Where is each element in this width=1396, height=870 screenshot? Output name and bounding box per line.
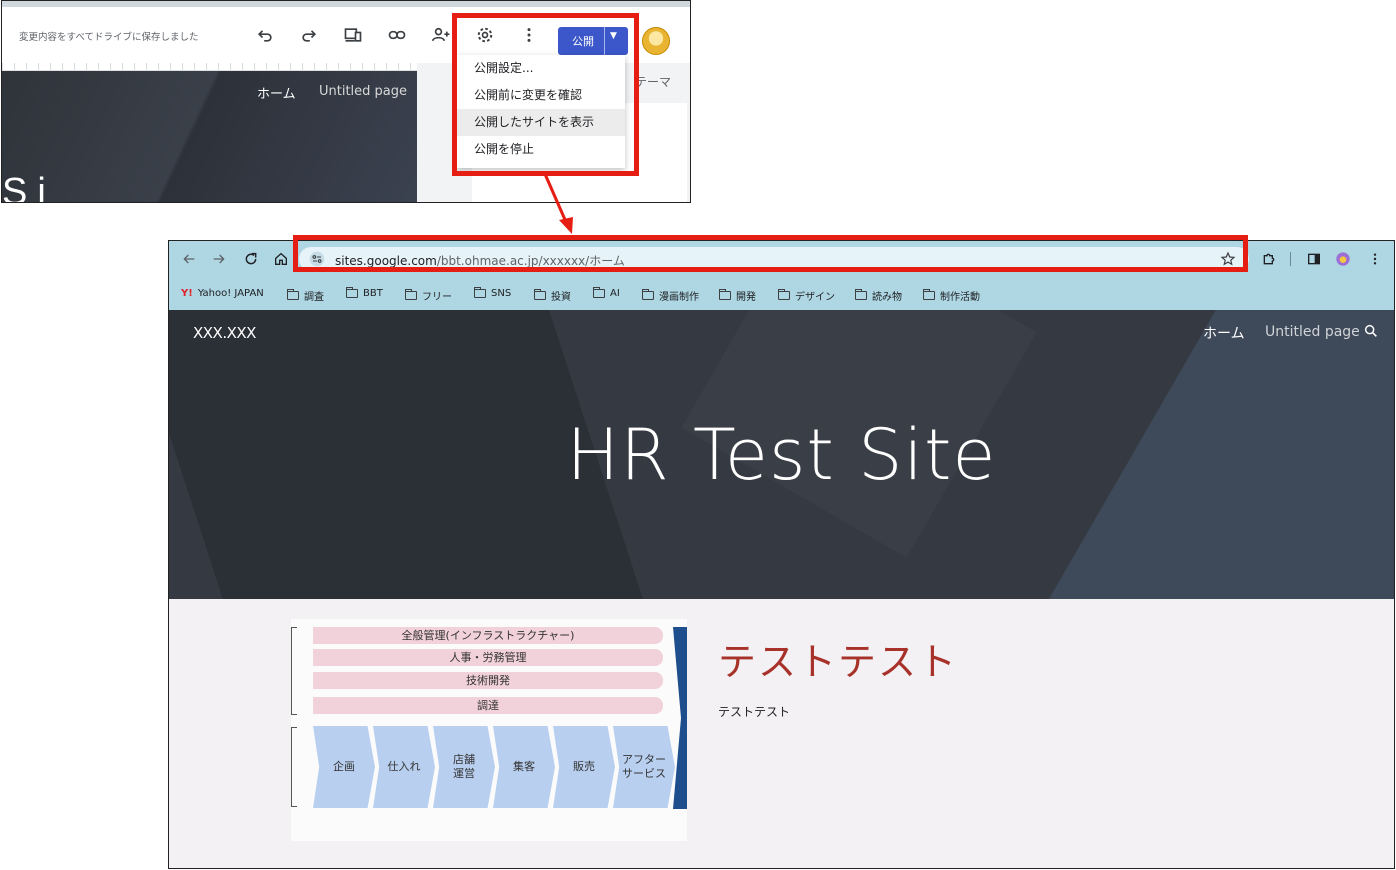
folder-icon [473,287,486,298]
reload-icon[interactable] [242,250,260,268]
bookmark-folder[interactable]: 投資 [533,288,571,303]
profile-avatar-icon[interactable] [1334,250,1352,268]
primary-activity-chevron: アフター サービス [613,726,675,808]
editor-hero-title-fragment: Si [2,171,56,203]
folder-icon [533,289,546,300]
margin-arrow-shape [673,627,687,809]
bookmark-yahoo[interactable]: Y! Yahoo! JAPAN [181,288,264,299]
bookmark-folder[interactable]: 調査 [286,288,324,303]
search-icon[interactable] [1362,322,1380,340]
bookmarks-bar: Y! Yahoo! JAPAN 調査 BBT フリー SNS 投資 AI 漫画制作… [169,284,1394,306]
site-hero-banner: XXX.XXX ホーム Untitled page HR Test Site [169,310,1394,599]
bookmark-label: 漫画制作 [659,292,699,303]
support-bracket [291,627,297,715]
highlight-box-menu [452,13,639,176]
folder-icon [592,287,605,298]
avatar[interactable] [642,27,670,55]
undo-icon[interactable] [254,24,276,46]
editor-canvas-preview: ホーム Untitled page Si [2,71,417,203]
site-content-section: 全般管理(インフラストラクチャー) 人事・労務管理 技術開発 調達 企画 仕入れ… [169,599,1394,868]
folder-icon [345,287,358,298]
folder-icon [404,289,417,300]
bookmark-label: 開発 [736,292,756,303]
site-title: HR Test Site [566,414,997,496]
folder-icon [854,289,867,300]
link-icon[interactable] [386,24,408,46]
support-activity-bar: 人事・労務管理 [313,649,663,666]
toolbar-divider [1290,252,1291,266]
forward-arrow-icon[interactable] [210,250,228,268]
section-heading: テストテスト [718,640,959,684]
bookmark-folder[interactable]: BBT [345,287,383,299]
section-body-text: テストテスト [718,705,791,719]
bookmark-label: Yahoo! JAPAN [197,288,264,299]
highlight-box-address-bar [293,235,1248,272]
browser-menu-icon[interactable] [1366,250,1384,268]
primary-activity-chevron: 企画 [313,726,375,808]
editor-ruler [2,63,417,71]
preview-devices-icon[interactable] [342,24,364,46]
bookmark-folder[interactable]: 読み物 [854,288,902,303]
bookmark-label: フリー [422,292,452,303]
tab-theme[interactable]: テーマ [635,73,671,90]
bookmark-folder[interactable]: 漫画制作 [641,288,699,303]
callout-arrow [543,173,573,234]
bookmark-label: SNS [491,288,512,299]
bookmark-folder[interactable]: 制作活動 [922,288,980,303]
site-nav-home[interactable]: ホーム [1203,323,1245,343]
bookmark-label: AI [610,288,620,299]
yahoo-icon: Y! [181,288,193,299]
home-icon[interactable] [272,250,290,268]
bookmark-label: 調査 [304,292,324,303]
bookmark-folder[interactable]: AI [592,287,620,299]
folder-icon [286,289,299,300]
bookmark-label: デザイン [795,292,835,303]
support-activity-bar: 全般管理(インフラストラクチャー) [313,627,663,644]
bookmark-label: BBT [363,288,383,299]
folder-icon [777,289,790,300]
site-nav-untitled[interactable]: Untitled page [1265,324,1360,340]
side-panel-icon[interactable] [1305,250,1323,268]
redo-icon[interactable] [298,24,320,46]
bookmark-label: 読み物 [872,292,902,303]
editor-nav-home[interactable]: ホーム [257,83,296,102]
bookmark-label: 制作活動 [940,292,980,303]
primary-activity-chevron: 仕入れ [373,726,435,808]
primary-activity-chevron: 集客 [493,726,555,808]
bookmark-folder[interactable]: デザイン [777,288,835,303]
primary-bracket [291,727,297,807]
editor-nav-untitled[interactable]: Untitled page [319,84,407,99]
bookmark-folder[interactable]: SNS [473,287,512,299]
back-arrow-icon[interactable] [180,250,198,268]
support-activity-bar: 調達 [313,697,663,714]
browser-window: sites.google.com/bbt.ohmae.ac.jp/xxxxxx/… [168,240,1395,869]
save-status-text: 変更内容をすべてドライブに保存しました [19,32,199,43]
folder-icon [718,289,731,300]
folder-icon [641,289,654,300]
bookmark-folder[interactable]: 開発 [718,288,756,303]
bookmark-label: 投資 [551,292,571,303]
bookmark-folder[interactable]: フリー [404,288,452,303]
site-name[interactable]: XXX.XXX [193,324,256,342]
folder-icon [922,289,935,300]
primary-activity-chevron: 販売 [553,726,615,808]
primary-activity-chevron: 店舗 運営 [433,726,495,808]
share-add-person-icon[interactable] [430,24,452,46]
extensions-icon[interactable] [1260,250,1278,268]
value-chain-diagram: 全般管理(インフラストラクチャー) 人事・労務管理 技術開発 調達 企画 仕入れ… [291,619,687,841]
support-activity-bar: 技術開発 [313,672,663,689]
